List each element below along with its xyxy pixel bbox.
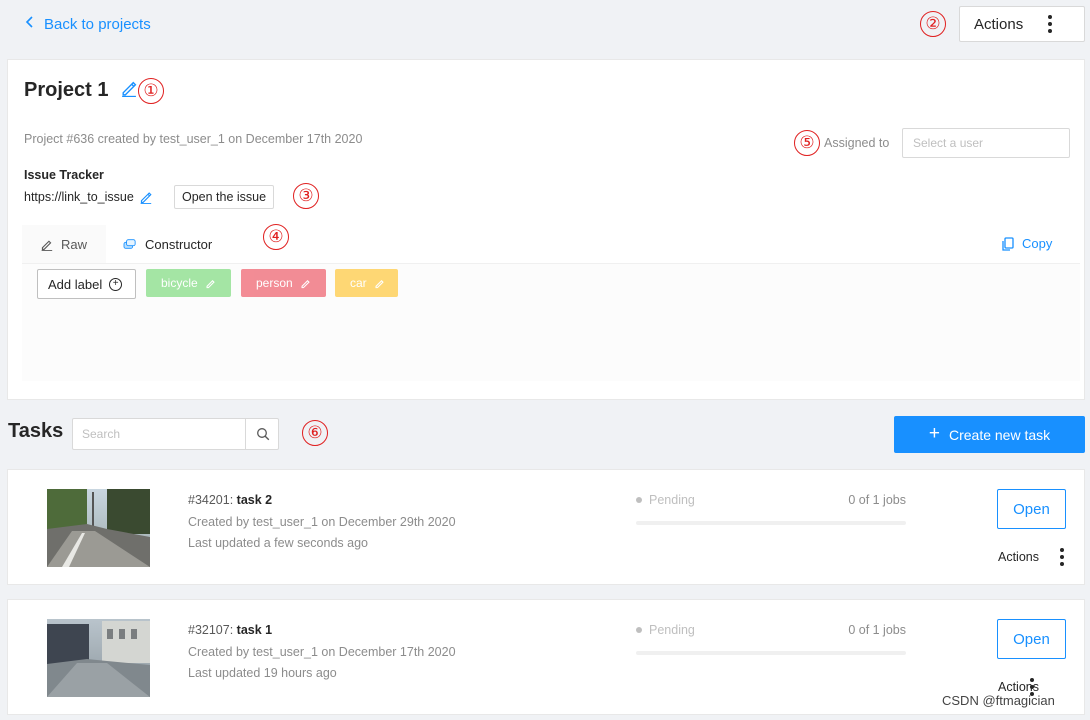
edit-label-icon[interactable]: [205, 278, 216, 289]
task-search-input[interactable]: [73, 419, 245, 449]
watermark: CSDN @ftmagician: [942, 693, 1055, 708]
task-title: task 1: [236, 623, 273, 637]
task-actions-label: Actions: [998, 550, 1039, 564]
task-actions-button[interactable]: Actions: [998, 548, 1064, 566]
copy-label: Copy: [1022, 236, 1053, 251]
add-label-button[interactable]: Add label +: [37, 269, 136, 299]
status-dot-icon: [636, 497, 642, 503]
annotation-badge-6: ⑥: [302, 420, 328, 446]
search-icon: [256, 427, 270, 441]
annotation-badge-2: ②: [920, 11, 946, 37]
label-name: car: [350, 276, 367, 290]
edit-label-icon[interactable]: [300, 278, 311, 289]
project-title-row: Project 1: [24, 79, 137, 102]
plus-circle-icon: +: [109, 277, 123, 291]
issue-url: https://link_to_issue: [24, 190, 134, 204]
back-link-label: Back to projects: [44, 15, 151, 33]
label-chip-person[interactable]: person: [241, 269, 326, 297]
task-name[interactable]: #32107: task 1: [188, 623, 272, 637]
plus-icon: +: [928, 423, 940, 444]
issue-url-row: https://link_to_issue: [24, 190, 152, 204]
label-name: person: [256, 276, 293, 290]
create-task-label: Create new task: [948, 426, 1051, 443]
task-status: Pending: [636, 623, 695, 637]
task-progress-bar: [636, 651, 906, 655]
annotation-badge-5: ⑤: [794, 130, 820, 156]
issue-tracker-label: Issue Tracker: [24, 168, 104, 182]
tasks-heading: Tasks: [8, 420, 64, 442]
task-search: [72, 418, 279, 450]
task-card: #34201: task 2 Created by test_user_1 on…: [7, 469, 1085, 585]
copy-button[interactable]: Copy: [1002, 236, 1052, 251]
add-label-text: Add label: [48, 276, 103, 292]
assignee-select[interactable]: Select a user: [902, 128, 1070, 158]
task-actions-button[interactable]: Actions: [998, 678, 1039, 696]
task-name[interactable]: #34201: task 2: [188, 493, 272, 507]
tab-constructor[interactable]: Constructor: [106, 225, 234, 263]
chevron-left-icon: [24, 15, 36, 33]
more-vertical-icon: [1060, 548, 1064, 566]
assigned-to-label: Assigned to: [824, 136, 890, 150]
task-progress-bar: [636, 521, 906, 525]
open-task-button[interactable]: Open: [997, 489, 1066, 529]
status-label: Pending: [649, 623, 695, 637]
open-issue-button[interactable]: Open the issue: [174, 185, 275, 209]
label-name: bicycle: [161, 276, 198, 290]
tab-raw-label: Raw: [61, 236, 88, 252]
open-task-button[interactable]: Open: [997, 619, 1066, 659]
project-actions-label: Actions: [974, 15, 1024, 33]
status-dot-icon: [636, 627, 642, 633]
task-created: Created by test_user_1 on December 29th …: [188, 515, 456, 529]
task-jobs-count: 0 of 1 jobs: [848, 623, 906, 637]
task-id: #34201:: [188, 493, 237, 507]
task-thumbnail: [47, 619, 150, 697]
task-jobs-count: 0 of 1 jobs: [848, 493, 906, 507]
annotation-badge-1: ①: [138, 78, 164, 104]
back-to-projects-link[interactable]: Back to projects: [24, 15, 151, 33]
project-meta: Project #636 created by test_user_1 on D…: [24, 132, 363, 146]
tab-constructor-label: Constructor: [145, 236, 213, 252]
edit-issue-icon[interactable]: [139, 191, 152, 204]
task-updated: Last updated 19 hours ago: [188, 666, 337, 680]
create-new-task-button[interactable]: + Create new task: [894, 416, 1085, 453]
top-bar: Back to projects ② Actions: [0, 0, 1090, 50]
project-actions-button[interactable]: Actions: [959, 6, 1085, 42]
task-id: #32107:: [188, 623, 237, 637]
task-created: Created by test_user_1 on December 17th …: [188, 645, 456, 659]
edit-label-icon[interactable]: [374, 278, 385, 289]
tags-icon: [123, 238, 137, 250]
task-updated: Last updated a few seconds ago: [188, 536, 368, 550]
pencil-icon: [40, 238, 53, 251]
task-card: #32107: task 1 Created by test_user_1 on…: [7, 599, 1085, 715]
project-details-card: Project 1 ① Project #636 created by test…: [7, 59, 1085, 400]
more-vertical-icon: [1048, 15, 1052, 33]
status-label: Pending: [649, 493, 695, 507]
task-thumbnail: [47, 489, 150, 567]
annotation-badge-3: ③: [293, 183, 319, 209]
project-title: Project 1: [24, 79, 109, 101]
search-button[interactable]: [245, 419, 279, 449]
label-chip-bicycle[interactable]: bicycle: [146, 269, 231, 297]
edit-title-icon[interactable]: [120, 80, 137, 98]
label-chip-car[interactable]: car: [335, 269, 398, 297]
copy-icon: [1002, 236, 1014, 251]
annotation-badge-4: ④: [263, 224, 289, 250]
task-title: task 2: [236, 493, 273, 507]
constructor-panel: Add label + bicycle person car: [22, 263, 1080, 381]
label-editor-tabs: Raw Constructor ④ Copy: [22, 224, 1080, 263]
task-status: Pending: [636, 493, 695, 507]
tab-raw[interactable]: Raw: [22, 225, 106, 263]
